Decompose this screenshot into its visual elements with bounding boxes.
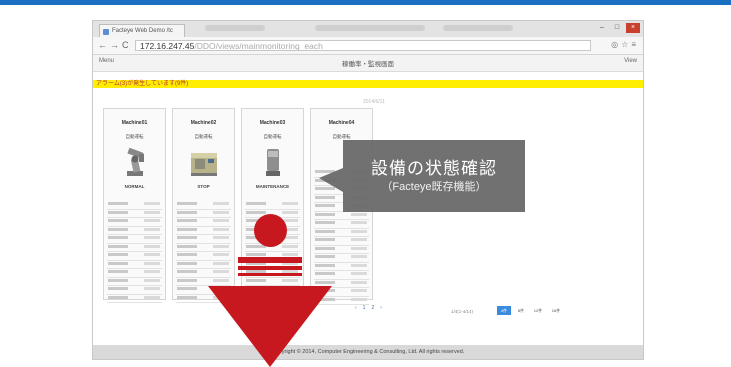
grinder-icon [263,145,283,182]
callout-title: 設備の状態確認 [371,159,497,178]
url-path: /DDO/views/mainmonitoring_each [194,41,323,51]
url-input[interactable]: 172.16.247.45/DDO/views/mainmonitoring_e… [135,40,591,51]
maximize-icon[interactable]: □ [610,23,624,33]
top-accent-bar [0,0,731,5]
machine-status: NORMAL [124,184,145,189]
address-bar: ← → C 172.16.247.45/DDO/views/mainmonito… [93,37,643,55]
machine-info-table [176,201,231,303]
tab-strip: Facteye Web Demo /tc – □ × [93,21,643,37]
scroll-down-arrow-icon [208,286,332,367]
alarm-banner[interactable]: アラーム(3)が発生しています(9件) [93,80,643,88]
browser-tab[interactable]: Facteye Web Demo /tc [99,24,185,37]
robot-arm-icon [122,145,148,182]
machine-state: 自動運転 [263,134,282,139]
scroll-indicator-dot [254,214,287,247]
blurred-tab [443,25,513,31]
page-size-button[interactable]: 4件 [497,306,511,315]
update-time: 2014/6/11 [363,99,385,105]
scroll-indicator-bar [238,257,302,263]
toolbar-icons[interactable]: ◎☆≡ [611,40,639,49]
machine-card[interactable]: Machine01 自動運転 NORMAL [103,108,166,303]
cnc-machine-icon [189,145,219,182]
page-title: 稼働率・監視画面 [342,61,394,68]
machine-name: Machine02 [190,120,217,126]
page-2[interactable]: 2 [371,305,380,311]
machine-status: MAINTENANCE [255,184,290,189]
forward-icon[interactable]: → [110,40,119,50]
page-next[interactable]: › [380,305,388,311]
pagination[interactable]: ‹12› [355,305,388,311]
machine-name: Machine03 [259,120,286,126]
machine-state: 自動運転 [194,134,213,139]
callout-tail [319,168,343,192]
close-icon[interactable]: × [626,23,640,33]
blurred-tab [205,25,265,31]
page-size-button[interactable]: 16件 [549,306,563,315]
page-count: 1/4(1-4/14) [451,309,474,314]
blurred-tab [315,25,425,31]
app-header: Menu 稼働率・監視画面 View [93,55,643,72]
back-icon[interactable]: ← [98,40,107,50]
machine-info-table [107,201,162,303]
url-host: 172.16.247.45 [140,41,195,51]
machine-state: 自動運転 [125,134,144,139]
footer: Copyright © 2014, Computer Engineering &… [93,345,643,359]
machine-name: Machine04 [328,120,355,126]
favicon-icon [103,29,109,35]
page-size-button[interactable]: 8件 [514,306,528,315]
page-size-button[interactable]: 12件 [531,306,545,315]
scroll-indicator-bar [238,266,302,270]
machine-card[interactable]: Machine03 自動運転 MAINTENANCE [241,108,304,303]
callout-subtitle: （Facteye既存機能） [381,181,487,193]
reload-icon[interactable]: C [122,40,129,50]
machine-name: Machine01 [121,120,148,126]
scroll-indicator-bar [238,273,302,276]
machine-card[interactable]: Machine02 自動運転 STOP [172,108,235,303]
status-callout: 設備の状態確認 （Facteye既存機能） [319,140,525,212]
view-button[interactable]: View [624,58,637,64]
page-prev[interactable]: ‹ [355,305,363,311]
browser-tab-label: Facteye Web Demo /tc [112,28,173,34]
minimize-icon[interactable]: – [595,23,609,33]
machine-status: STOP [197,184,210,189]
